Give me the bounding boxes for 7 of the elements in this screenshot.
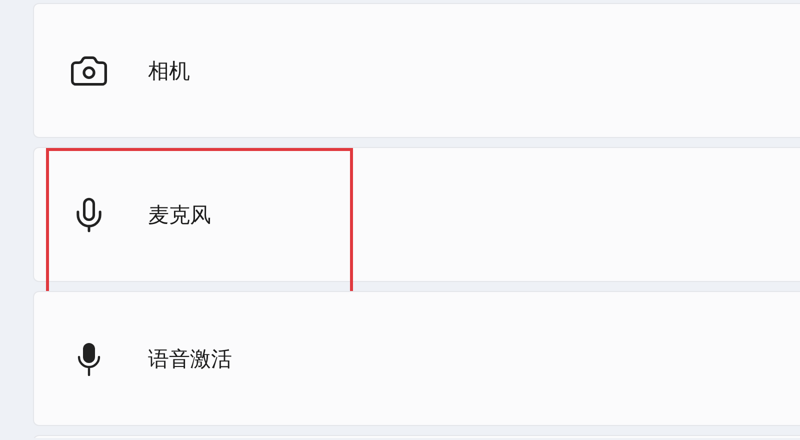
item-label: 相机 — [148, 58, 190, 84]
settings-item[interactable]: 麦克风 — [33, 147, 800, 282]
item-label: 语音激活 — [148, 346, 232, 372]
settings-item[interactable]: 语音激活 — [33, 291, 800, 426]
microphone-icon — [77, 342, 101, 376]
item-label: 麦克风 — [148, 202, 211, 228]
settings-item[interactable]: 相机 — [33, 3, 800, 138]
